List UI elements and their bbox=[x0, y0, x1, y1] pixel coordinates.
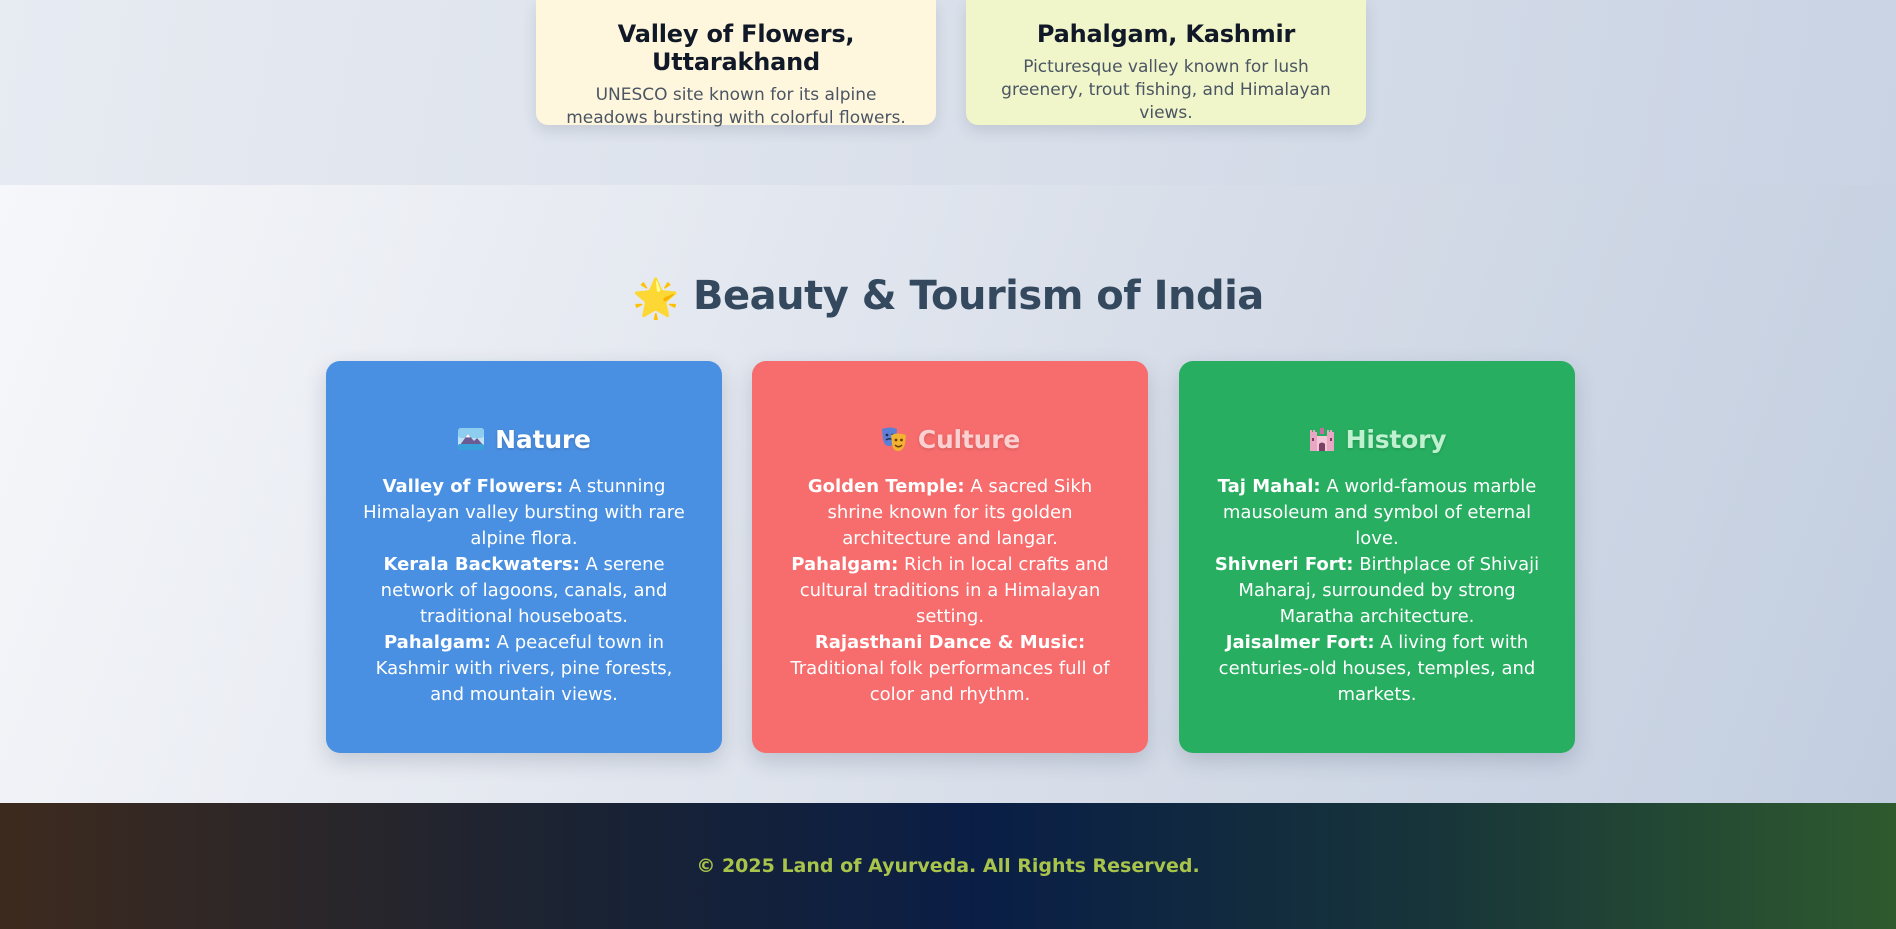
list-item: Rajasthani Dance & Music: Traditional fo… bbox=[782, 630, 1118, 708]
item-name: Kerala Backwaters: bbox=[383, 554, 580, 575]
destination-card-valley-of-flowers[interactable]: Valley of Flowers, Uttarakhand UNESCO si… bbox=[536, 0, 936, 128]
card-heading: Culture bbox=[782, 425, 1118, 454]
copyright-text: © 2025 Land of Ayurveda. All Rights Rese… bbox=[696, 855, 1200, 877]
history-card[interactable]: History Taj Mahal: A world-famous marble… bbox=[1179, 361, 1575, 753]
item-name: Shivneri Fort: bbox=[1214, 554, 1354, 575]
destination-card-pahalgam[interactable]: Pahalgam, Kashmir Picturesque valley kno… bbox=[966, 0, 1366, 125]
section-title: 🌟 Beauty & Tourism of India bbox=[0, 273, 1896, 321]
card-heading-text: Nature bbox=[495, 425, 591, 454]
card-heading: History bbox=[1209, 425, 1545, 454]
list-item: Kerala Backwaters: A serene network of l… bbox=[356, 552, 692, 630]
list-item: Valley of Flowers: A stunning Himalayan … bbox=[356, 474, 692, 552]
card-body: Valley of Flowers: A stunning Himalayan … bbox=[356, 474, 692, 708]
item-text: Traditional folk performances full of co… bbox=[790, 658, 1110, 705]
destinations-section: Valley of Flowers, Uttarakhand UNESCO si… bbox=[0, 0, 1896, 185]
card-body: Taj Mahal: A world-famous marble mausole… bbox=[1209, 474, 1545, 708]
list-item: Pahalgam: A peaceful town in Kashmir wit… bbox=[356, 630, 692, 708]
card-heading-text: Culture bbox=[917, 425, 1021, 454]
item-name: Golden Temple: bbox=[807, 476, 965, 497]
section-title-text: Beauty & Tourism of India bbox=[693, 273, 1264, 319]
destination-title: Valley of Flowers, Uttarakhand bbox=[617, 20, 855, 76]
footer: © 2025 Land of Ayurveda. All Rights Rese… bbox=[0, 803, 1896, 929]
castle-icon bbox=[1308, 426, 1336, 452]
list-item: Taj Mahal: A world-famous marble mausole… bbox=[1209, 474, 1545, 552]
star-icon: 🌟 bbox=[632, 276, 679, 320]
item-name: Pahalgam: bbox=[383, 632, 491, 653]
destination-description: Picturesque valley known for lush greene… bbox=[1001, 57, 1331, 123]
list-item: Shivneri Fort: Birthplace of Shivaji Mah… bbox=[1209, 552, 1545, 630]
theater-masks-icon bbox=[880, 426, 908, 452]
mountain-lake-icon bbox=[457, 426, 485, 452]
culture-card[interactable]: Culture Golden Temple: A sacred Sikh shr… bbox=[752, 361, 1148, 753]
item-name: Pahalgam: bbox=[791, 554, 899, 575]
list-item: Golden Temple: A sacred Sikh shrine know… bbox=[782, 474, 1118, 552]
item-name: Rajasthani Dance & Music: bbox=[814, 632, 1086, 653]
item-name: Valley of Flowers: bbox=[382, 476, 564, 497]
beauty-tourism-section: 🌟 Beauty & Tourism of India Nature Valley… bbox=[0, 185, 1896, 803]
list-item: Pahalgam: Rich in local crafts and cultu… bbox=[782, 552, 1118, 630]
item-name: Taj Mahal: bbox=[1217, 476, 1321, 497]
card-body: Golden Temple: A sacred Sikh shrine know… bbox=[782, 474, 1118, 708]
card-heading-text: History bbox=[1345, 425, 1447, 454]
destination-description: UNESCO site known for its alpine meadows… bbox=[566, 85, 906, 128]
destination-title: Pahalgam, Kashmir bbox=[1036, 20, 1296, 48]
nature-card[interactable]: Nature Valley of Flowers: A stunning Him… bbox=[326, 361, 722, 753]
list-item: Jaisalmer Fort: A living fort with centu… bbox=[1209, 630, 1545, 708]
card-heading: Nature bbox=[356, 425, 692, 454]
item-name: Jaisalmer Fort: bbox=[1225, 632, 1375, 653]
